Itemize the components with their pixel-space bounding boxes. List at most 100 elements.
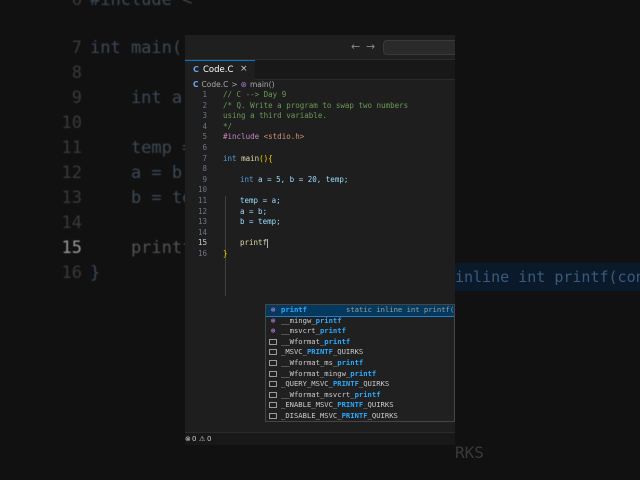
suggest-match: printf — [350, 368, 377, 378]
line-number: 8 — [202, 164, 207, 174]
vscode-window: ← → C Code.C × C Code.C > ⊛ main() 1// C -->… — [185, 35, 455, 445]
tab-code-c[interactable]: C Code.C × — [185, 60, 255, 80]
line-number: 13 — [197, 217, 207, 227]
suggest-match: printf — [354, 389, 381, 399]
text-icon — [269, 391, 277, 398]
code-line: 3 using a third variable. — [185, 111, 455, 122]
suggest-item[interactable]: __Wformat_mingw_printf — [266, 368, 454, 380]
suggest-prefix: _MSVC_ — [281, 347, 307, 357]
code-line: 16} — [185, 249, 455, 260]
text-cursor — [267, 238, 269, 248]
code-line: 9 int a = 5, b = 20, temp; — [185, 175, 455, 186]
suggest-item[interactable]: _MSVC_PRINTF_QUIRKS — [266, 347, 454, 358]
breadcrumb-symbol[interactable]: main() — [250, 80, 275, 89]
status-bar: ⊗ 0 ⚠ 0 — [185, 432, 455, 445]
bg-code: #include < — [90, 0, 193, 10]
bg-code: printf — [90, 238, 193, 258]
suggest-match: printf — [337, 358, 364, 367]
function-icon: ⊛ — [270, 305, 276, 314]
bg-line-number: 9 — [71, 88, 82, 108]
suggest-item[interactable]: _DISABLE_MSVC_PRINTF_QUIRKS — [266, 411, 454, 421]
bg-code: a = b; — [90, 163, 193, 183]
code-line: 8 — [185, 164, 455, 175]
back-arrow-icon[interactable]: ← — [351, 40, 360, 53]
forward-arrow-icon[interactable]: → — [366, 40, 375, 53]
suggest-prefix: __Wformat_ — [281, 336, 325, 346]
close-icon[interactable]: × — [240, 64, 248, 74]
line-number: 2 — [202, 100, 207, 110]
text-icon — [269, 381, 277, 388]
function-name: main — [241, 153, 260, 163]
code-text: a = b; — [240, 206, 268, 216]
line-number: 7 — [202, 153, 207, 163]
suggest-widget[interactable]: ⊛printfstatic inline int printf(const ⊛_… — [265, 304, 455, 422]
suggest-item[interactable]: _ENABLE_MSVC_PRINTF_QUIRKS — [266, 400, 454, 411]
code-line: 4 */ — [185, 122, 455, 133]
tab-label: Code.C — [203, 65, 234, 75]
text-icon — [269, 360, 277, 366]
suggest-detail: static inline int printf(const — [346, 305, 455, 314]
line-number: 14 — [197, 227, 207, 237]
suggest-item[interactable]: __Wformat_printf — [266, 336, 454, 348]
suggest-match: printf — [319, 326, 346, 336]
function-icon: ⊛ — [270, 315, 276, 325]
line-number: 10 — [197, 185, 207, 195]
suggest-prefix: _DISABLE_MSVC_ — [281, 411, 342, 420]
suggest-suffix: _QUIRKS — [332, 347, 364, 357]
c-language-icon: C — [193, 80, 199, 89]
code-text: using a third variable. — [223, 111, 327, 121]
type-keyword: int — [240, 174, 254, 184]
code-line: 10 — [185, 185, 455, 196]
tab-bar: C Code.C × — [185, 60, 455, 80]
warning-count[interactable]: 0 — [207, 435, 211, 443]
bg-line-number: 15 — [61, 238, 82, 258]
c-language-icon: C — [193, 65, 199, 74]
error-count[interactable]: 0 — [192, 435, 196, 443]
text-icon — [269, 370, 277, 377]
suggest-match: PRINTF — [332, 379, 359, 389]
suggest-item[interactable]: __Wformat_msvcrt_printf — [266, 389, 454, 401]
code-line: 7 int main(){ — [185, 154, 455, 165]
suggest-suffix: _QUIRKS — [367, 411, 398, 420]
suggest-item[interactable]: ⊛ __msvcrt_printf — [266, 326, 454, 337]
suggest-match: PRINTF — [341, 411, 368, 420]
line-number: 11 — [197, 196, 207, 205]
code-editor[interactable]: 1 // C --> Day 9 2 /* Q. Write a program t… — [185, 90, 455, 432]
line-number: 3 — [202, 111, 207, 121]
code-line: 12 a = b; — [185, 207, 455, 218]
suggest-match: PRINTF — [306, 347, 333, 357]
bg-line-number: 11 — [61, 138, 82, 158]
line-number: 12 — [197, 206, 207, 216]
breadcrumb-file[interactable]: Code.C — [202, 80, 229, 89]
punctuation: (){ — [259, 153, 273, 163]
declaration: a = 5, b = 20, temp; — [253, 174, 349, 184]
code-line: 13 b = temp; — [185, 217, 455, 228]
suggest-match: PRINTF — [337, 400, 364, 410]
command-center-search[interactable] — [383, 40, 455, 55]
code-text: /* Q. Write a program to swap two number… — [223, 100, 409, 110]
suggest-prefix: __mingw_ — [281, 315, 316, 325]
code-text: printf — [240, 238, 268, 248]
bg-suggest-detail: inline int printf(const — [455, 263, 640, 291]
suggest-item[interactable]: _QUERY_MSVC_PRINTF_QUIRKS — [266, 379, 454, 390]
suggest-suffix: _QUIRKS — [363, 400, 394, 410]
code-line: 6 — [185, 143, 455, 154]
include-path: <stdio.h> — [259, 132, 305, 142]
code-text: // C --> Day 9 — [223, 90, 287, 99]
line-number: 6 — [202, 143, 207, 152]
suggest-item[interactable]: __Wformat_ms_printf — [266, 358, 454, 369]
suggest-prefix: __Wformat_ms_ — [281, 358, 338, 367]
line-number: 16 — [197, 249, 207, 258]
line-number: 9 — [202, 174, 207, 184]
breadcrumb-separator: > — [231, 80, 238, 89]
code-line: 14 — [185, 228, 455, 239]
suggest-item[interactable]: ⊛ __mingw_printf — [266, 315, 454, 327]
suggest-item[interactable]: ⊛ printf static inline int printf(const — [266, 305, 455, 317]
code-text: b = temp; — [240, 217, 281, 227]
bg-line-number: 7 — [71, 38, 82, 58]
preprocessor-keyword: #include — [223, 132, 260, 142]
text-icon — [269, 413, 277, 419]
suggest-suffix: _QUIRKS — [358, 379, 390, 389]
suggest-prefix: _ENABLE_MSVC_ — [281, 400, 338, 410]
line-number: 1 — [202, 90, 207, 99]
